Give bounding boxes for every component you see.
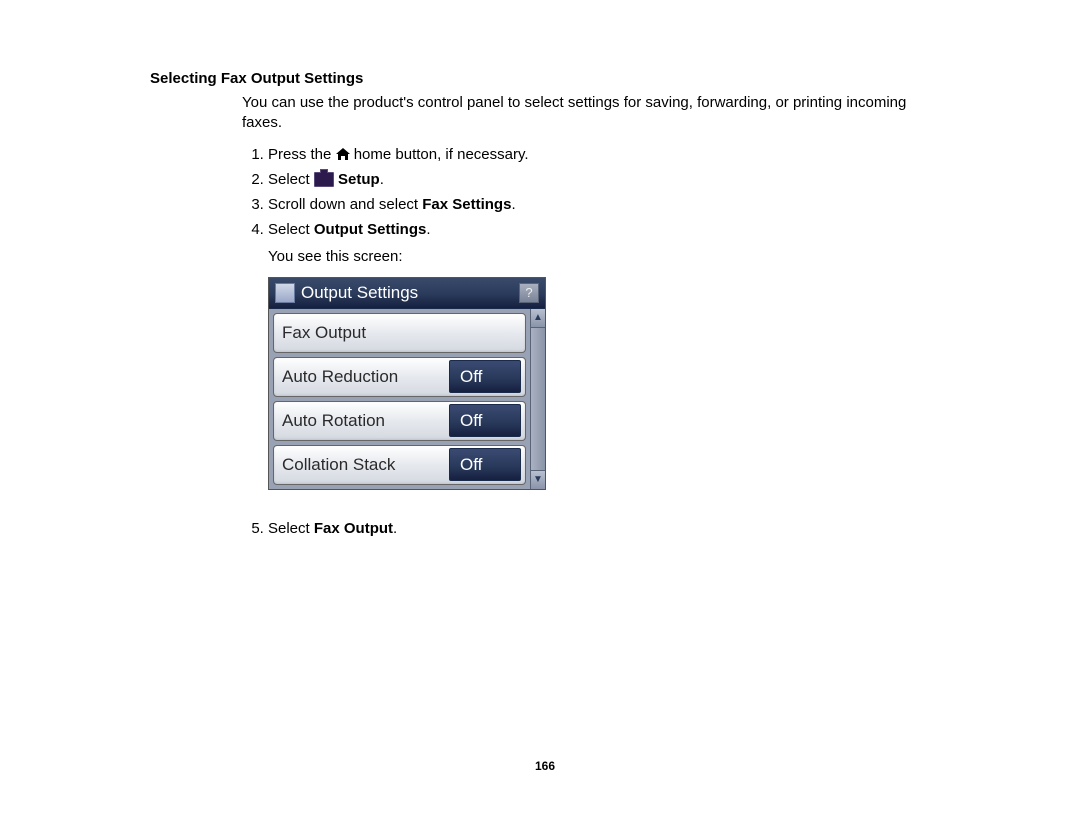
- step-1: Press the home button, if necessary.: [268, 144, 940, 165]
- lcd-row-auto-reduction[interactable]: Auto Reduction Off: [273, 357, 526, 397]
- lcd-row-label: Auto Reduction: [278, 365, 398, 389]
- lcd-screenshot: Output Settings ? Fax Output Auto Reduct…: [268, 277, 546, 490]
- lcd-row-collation-stack[interactable]: Collation Stack Off: [273, 445, 526, 485]
- step-4-bold: Output Settings: [314, 221, 427, 238]
- step-5-bold: Fax Output: [314, 520, 393, 537]
- step-5-pre: Select: [268, 520, 314, 537]
- scroll-track[interactable]: [531, 328, 545, 470]
- lcd-title-text: Output Settings: [301, 281, 418, 305]
- step-1-pre: Press the: [268, 146, 336, 163]
- lcd-body: Fax Output Auto Reduction Off Auto Rotat…: [269, 309, 545, 489]
- step-2-post: .: [380, 171, 384, 188]
- step-5-post: .: [393, 520, 397, 537]
- step-4-post: .: [426, 221, 430, 238]
- lcd-row-label: Collation Stack: [278, 453, 395, 477]
- lcd-list: Fax Output Auto Reduction Off Auto Rotat…: [269, 309, 530, 489]
- lcd-row-label: Fax Output: [278, 321, 366, 345]
- step-3-post: .: [511, 196, 515, 213]
- scroll-up-icon[interactable]: ▲: [531, 309, 545, 328]
- home-icon: [336, 145, 350, 157]
- lcd-row-fax-output[interactable]: Fax Output: [273, 313, 526, 353]
- step-4-pre: Select: [268, 221, 314, 238]
- lcd-row-value: Off: [449, 360, 521, 394]
- help-icon[interactable]: ?: [519, 283, 539, 303]
- intro-paragraph: You can use the product's control panel …: [242, 93, 940, 134]
- step-1-post: home button, if necessary.: [354, 146, 529, 163]
- lcd-row-value: Off: [449, 448, 521, 482]
- step-2: Select Setup.: [268, 169, 940, 190]
- lcd-titlebar: Output Settings ?: [269, 278, 545, 309]
- section-heading: Selecting Fax Output Settings: [150, 70, 940, 87]
- lcd-row-value: Off: [449, 404, 521, 438]
- step-3: Scroll down and select Fax Settings.: [268, 194, 940, 215]
- step-5: Select Fax Output.: [268, 518, 940, 539]
- scroll-down-icon[interactable]: ▼: [531, 470, 545, 489]
- step-4: Select Output Settings. You see this scr…: [268, 219, 940, 490]
- lcd-row-auto-rotation[interactable]: Auto Rotation Off: [273, 401, 526, 441]
- step-2-pre: Select: [268, 171, 314, 188]
- page-number: 166: [150, 759, 940, 773]
- step-3-pre: Scroll down and select: [268, 196, 422, 213]
- step-4-sub: You see this screen:: [268, 246, 940, 267]
- lcd-scrollbar[interactable]: ▲ ▼: [530, 309, 545, 489]
- output-settings-title-icon: [275, 283, 295, 303]
- step-2-bold: Setup: [338, 171, 380, 188]
- step-3-bold: Fax Settings: [422, 196, 511, 213]
- lcd-row-label: Auto Rotation: [278, 409, 385, 433]
- steps-list: Press the home button, if necessary. Sel…: [242, 144, 940, 539]
- toolbox-icon: [314, 172, 334, 187]
